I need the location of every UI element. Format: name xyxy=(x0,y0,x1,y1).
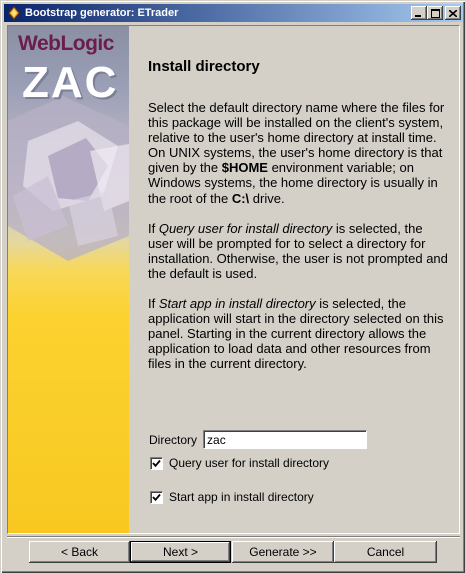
query-user-row[interactable]: Query user for install directory xyxy=(150,456,329,470)
title-bar[interactable]: Bootstrap generator: ETrader xyxy=(4,4,463,22)
back-button[interactable]: < Back xyxy=(29,541,130,563)
close-icon xyxy=(449,9,457,17)
query-user-label: Query user for install directory xyxy=(169,456,330,470)
java-cup-icon xyxy=(7,6,21,20)
zac-logo-text: ZAC xyxy=(22,58,119,107)
checkmark-icon xyxy=(152,459,161,467)
next-button[interactable]: Next > xyxy=(130,541,231,563)
weblogic-logo-text: WebLogic xyxy=(18,32,114,55)
step-panel: Install directory Select the default dir… xyxy=(129,26,459,533)
start-app-label: Start app in install directory xyxy=(169,490,314,504)
button-separator xyxy=(7,536,460,538)
maximize-icon xyxy=(430,8,440,18)
minimize-icon xyxy=(415,14,421,17)
start-app-row[interactable]: Start app in install directory xyxy=(150,490,314,504)
cancel-button[interactable]: Cancel xyxy=(334,541,437,563)
button-bar: < Back Next > Generate >> Cancel xyxy=(1,541,465,563)
query-user-checkbox[interactable] xyxy=(150,456,163,470)
description-paragraph-2: If Query user for install directory is s… xyxy=(148,220,448,281)
window-title: Bootstrap generator: ETrader xyxy=(25,7,179,19)
directory-input[interactable] xyxy=(203,430,368,449)
directory-row: Directory xyxy=(149,430,368,449)
description-paragraph-3: If Start app in install directory is sel… xyxy=(148,296,444,372)
close-button[interactable] xyxy=(445,6,461,20)
description-paragraph-1: Select the default directory name where … xyxy=(148,100,445,206)
checkmark-icon xyxy=(152,493,161,501)
minimize-button[interactable] xyxy=(411,6,427,20)
wizard-window: Bootstrap generator: ETrader WebLogic ZA… xyxy=(0,0,465,573)
generate-button[interactable]: Generate >> xyxy=(232,541,334,563)
step-heading: Install directory xyxy=(148,58,260,75)
step-description: Select the default directory name where … xyxy=(148,100,448,387)
maximize-button[interactable] xyxy=(427,6,443,20)
banner-panel: WebLogic ZAC xyxy=(8,26,129,533)
wizard-content: WebLogic ZAC Install directory Select th… xyxy=(7,25,460,534)
start-app-checkbox[interactable] xyxy=(150,490,163,504)
directory-label: Directory xyxy=(149,432,198,447)
